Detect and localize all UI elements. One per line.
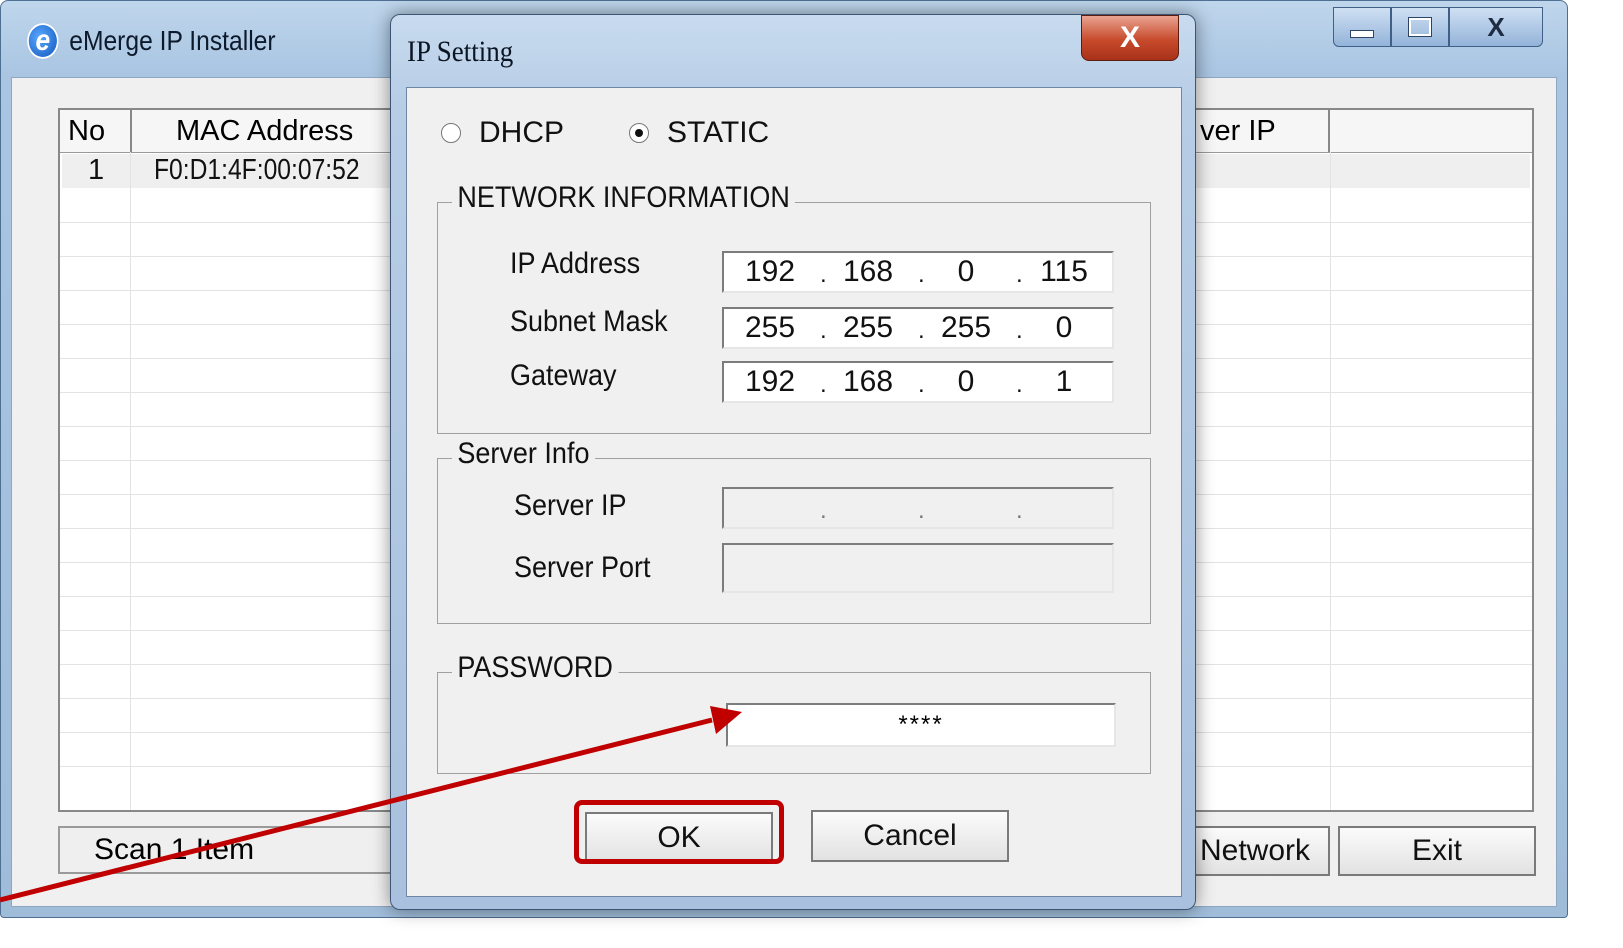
group-label: Server Info [452, 437, 595, 471]
dialog-title: IP Setting [407, 35, 514, 68]
server-ip-label: Server IP [514, 489, 627, 522]
password-group: PASSWORD **** [437, 651, 1151, 774]
radio-checked-icon [629, 123, 649, 143]
minimize-button[interactable] [1333, 7, 1391, 47]
group-label: PASSWORD [452, 651, 619, 685]
column-header-no[interactable]: No [60, 110, 132, 152]
cancel-button[interactable]: Cancel [811, 810, 1009, 862]
close-icon: X [1487, 11, 1505, 42]
server-ip-field[interactable]: . . . [722, 487, 1114, 529]
close-button[interactable]: X [1449, 7, 1543, 47]
row-no: 1 [88, 154, 105, 186]
server-info-group: Server Info Server IP . . . Server Port [437, 437, 1151, 624]
grid-line [1330, 152, 1331, 810]
minimize-icon [1350, 30, 1374, 38]
gateway-label: Gateway [510, 359, 617, 392]
group-label: NETWORK INFORMATION [452, 181, 796, 215]
maximize-button[interactable] [1391, 7, 1449, 47]
subnet-mask-field[interactable]: 255 . 255 . 255 . 0 [722, 307, 1114, 349]
status-bar: Scan 1 Item [58, 826, 424, 874]
close-icon: X [1119, 21, 1140, 54]
column-header-extra[interactable] [1330, 110, 1532, 152]
main-title-bar: e eMerge IP Installer [27, 21, 276, 61]
caption-buttons: X [1333, 7, 1543, 51]
status-text: Scan 1 Item [94, 833, 255, 866]
grid-line [130, 152, 131, 810]
static-radio[interactable]: STATIC [629, 116, 769, 150]
dialog-close-button[interactable]: X [1081, 15, 1179, 61]
gateway-field[interactable]: 192 . 168 . 0 . 1 [722, 361, 1114, 403]
window-title: eMerge IP Installer [69, 25, 276, 56]
radio-unchecked-icon [441, 123, 461, 143]
ip-address-field[interactable]: 192 . 168 . 0 . 115 [722, 251, 1114, 293]
dhcp-radio[interactable]: DHCP [441, 116, 564, 150]
ok-highlight-box [574, 800, 784, 864]
subnet-mask-label: Subnet Mask [510, 305, 668, 338]
dialog-body: DHCP STATIC NETWORK INFORMATION IP Addre… [406, 87, 1182, 897]
network-information-group: NETWORK INFORMATION IP Address 192 . 168… [437, 181, 1151, 434]
column-header-server-ip[interactable]: ver IP [1180, 110, 1330, 152]
server-port-field[interactable] [722, 543, 1114, 593]
row-mac: F0:D1:4F:00:07:52 [154, 154, 360, 186]
server-port-label: Server Port [514, 551, 651, 584]
password-field[interactable]: **** [726, 703, 1116, 747]
ip-setting-dialog: IP Setting X DHCP STATIC NETWORK INFORMA… [390, 14, 1196, 910]
exit-button[interactable]: Exit [1338, 826, 1536, 876]
app-logo-icon: e [27, 23, 59, 59]
ip-address-label: IP Address [510, 247, 641, 280]
maximize-icon [1408, 17, 1432, 37]
